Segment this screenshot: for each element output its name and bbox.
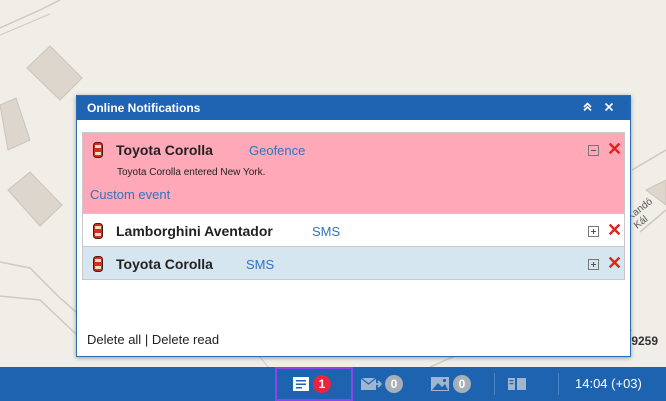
panel-header: Online Notifications	[77, 96, 630, 120]
vehicle-name: Toyota Corolla	[116, 256, 213, 272]
close-icon[interactable]	[598, 96, 620, 120]
map-coordinate-label: .9259	[628, 334, 659, 348]
notification-list: Toyota Corolla Geofence Toyota Corolla e…	[82, 132, 625, 280]
car-icon	[93, 142, 103, 158]
footer-separator: |	[144, 332, 149, 347]
notification-item[interactable]: Lamborghini Aventador SMS ✕	[82, 214, 625, 247]
panel-title: Online Notifications	[87, 101, 201, 115]
car-icon	[93, 223, 103, 239]
image-count-badge: 0	[453, 375, 471, 393]
event-type-link[interactable]: SMS	[246, 257, 274, 272]
notification-message: Toyota Corolla entered New York.	[117, 167, 266, 178]
panel-layout-icon	[508, 378, 526, 390]
close-icon[interactable]: ✕	[607, 253, 622, 273]
images-button[interactable]: 0	[430, 374, 471, 394]
close-icon[interactable]: ✕	[607, 220, 622, 240]
message-count-badge: 0	[385, 375, 403, 393]
event-type-link[interactable]: Geofence	[249, 143, 305, 158]
clock-display: 14:04 (+03)	[575, 376, 642, 391]
notification-item[interactable]: Toyota Corolla SMS ✕	[82, 247, 625, 280]
custom-event-link[interactable]: Custom event	[90, 187, 170, 202]
vehicle-name: Toyota Corolla	[116, 142, 213, 158]
vehicle-name: Lamborghini Aventador	[116, 223, 273, 239]
panel-toggle-button[interactable]	[507, 374, 527, 394]
expand-icon[interactable]	[588, 226, 599, 237]
selected-taskbar-highlight	[275, 367, 353, 401]
double-chevron-up-icon[interactable]	[576, 96, 598, 120]
event-type-link[interactable]: SMS	[312, 224, 340, 239]
expand-icon[interactable]	[588, 259, 599, 270]
taskbar-divider	[558, 373, 559, 395]
collapse-icon[interactable]	[588, 145, 599, 156]
car-icon	[93, 256, 103, 272]
image-icon	[431, 377, 449, 391]
online-notifications-panel: Online Notifications Toyota Corolla Geof…	[76, 95, 631, 357]
delete-all-link[interactable]: Delete all	[87, 332, 141, 347]
message-send-icon	[360, 377, 382, 390]
delete-read-link[interactable]: Delete read	[152, 332, 219, 347]
notification-item[interactable]: Toyota Corolla Geofence Toyota Corolla e…	[82, 132, 625, 214]
panel-footer: Delete all | Delete read	[87, 332, 219, 347]
taskbar-divider	[494, 373, 495, 395]
messages-button[interactable]: 0	[360, 374, 403, 394]
close-icon[interactable]: ✕	[607, 139, 622, 159]
